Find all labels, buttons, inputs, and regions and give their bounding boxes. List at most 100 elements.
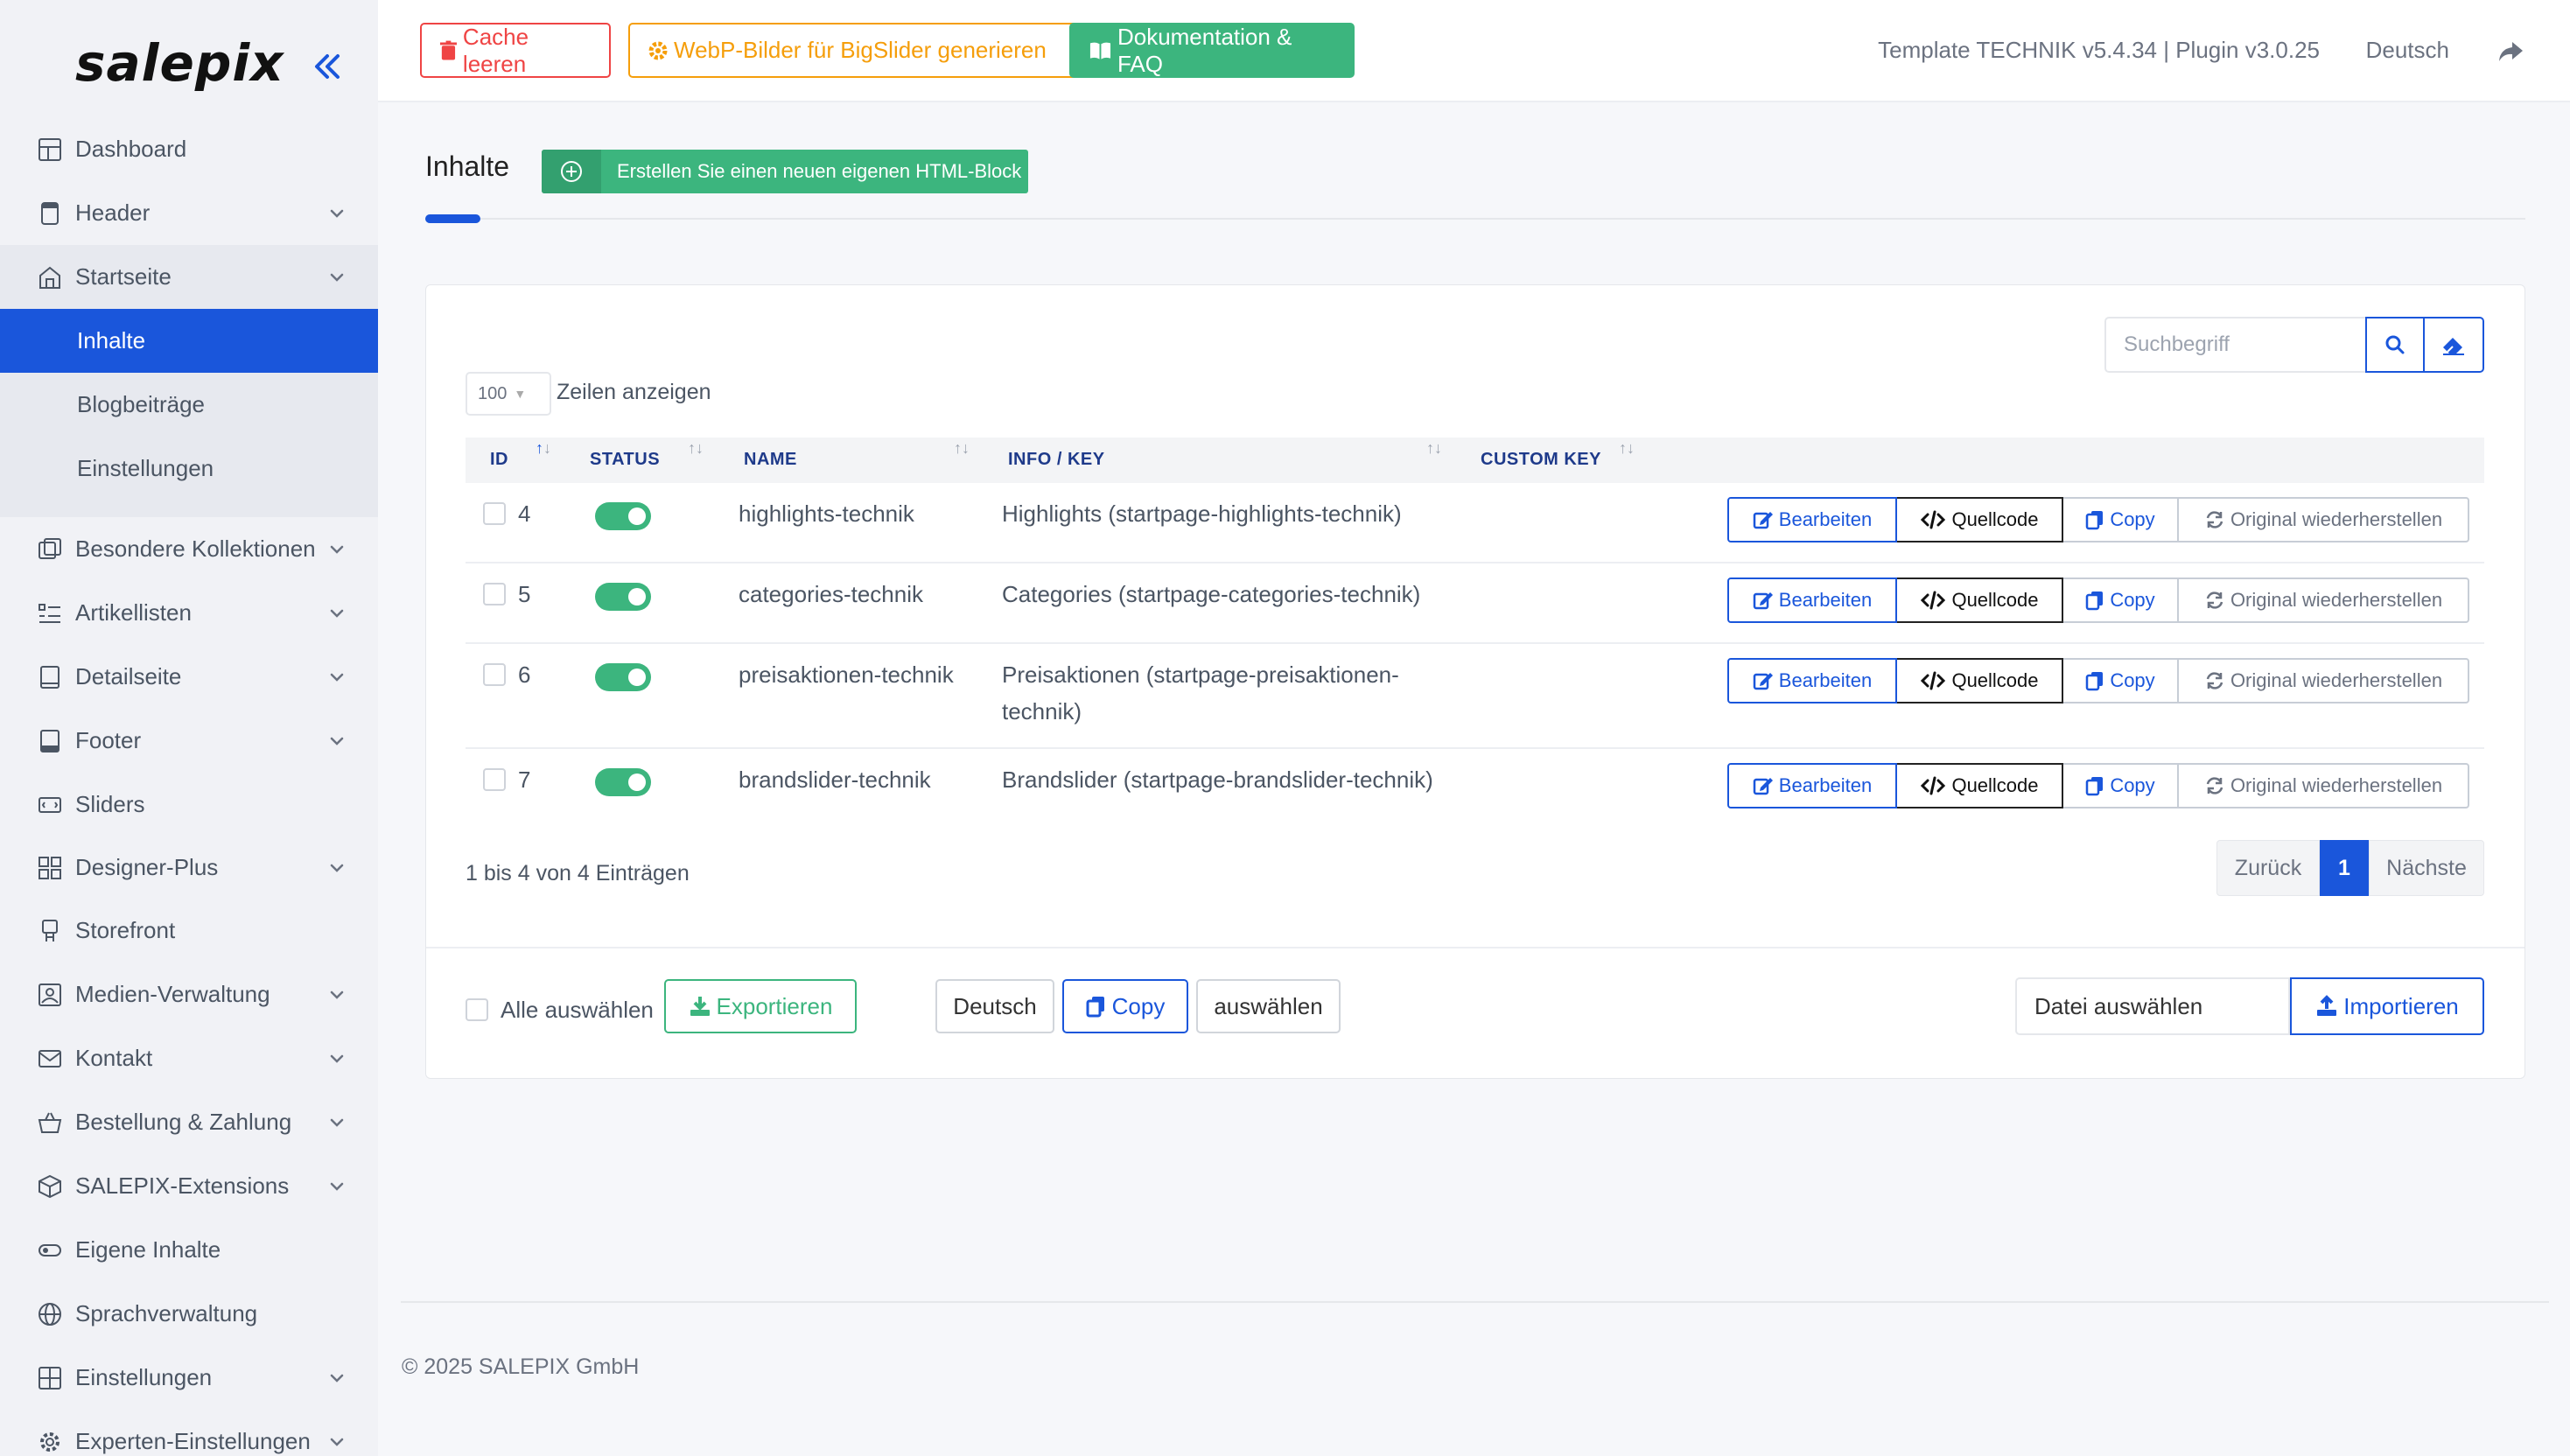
copy-button[interactable]: Copy [2063,497,2179,542]
salepix-logo[interactable]: salepix [75,33,284,93]
restore-original-button[interactable]: Original wiederherstellen [2179,578,2469,623]
sort-icon[interactable]: ↑↓ [1426,439,1442,458]
search-button[interactable] [2365,317,2425,373]
documentation-button[interactable]: Dokumentation & FAQ [1069,23,1355,78]
sidebar-item-eigene-inhalte[interactable]: Eigene Inhalte [0,1218,378,1282]
sort-asc-icon[interactable]: ↑↓ [536,439,551,458]
sidebar-item-label: Footer [75,727,142,753]
select-all-checkbox[interactable] [466,998,488,1021]
source-code-button[interactable]: Quellcode [1897,658,2063,704]
restore-original-button[interactable]: Original wiederherstellen [2179,497,2469,542]
collapse-sidebar-icon[interactable] [308,47,347,86]
sidebar-item-detailseite[interactable]: Detailseite [0,645,378,709]
column-name[interactable]: NAME [744,450,797,470]
import-button[interactable]: Importieren [2290,977,2484,1035]
status-toggle[interactable] [595,768,651,796]
edit-button[interactable]: Bearbeiten [1727,763,1897,808]
edit-button[interactable]: Bearbeiten [1727,497,1897,542]
chevron-down-icon [327,1177,347,1196]
sidebar-item-storefront[interactable]: Storefront [0,899,378,962]
next-page-button[interactable]: Nächste [2369,840,2484,896]
copy-button[interactable]: Copy [2063,763,2179,808]
source-code-button[interactable]: Quellcode [1897,497,2063,542]
sidebar-item-label: Designer-Plus [75,854,219,880]
row-id: 7 [518,766,531,793]
copy-label: Copy [2110,589,2155,611]
top-bar: Cache leeren WebP-Bilder für BigSlider g… [378,0,2570,102]
sidebar-item-experten-einstellungen[interactable]: Experten-Einstellungen [0,1410,378,1456]
clear-search-button[interactable] [2425,317,2484,373]
sort-icon[interactable]: ↑↓ [688,439,704,458]
status-toggle[interactable] [595,502,651,530]
chevron-down-icon [327,204,347,223]
sidebar-item-einstellungen[interactable]: Einstellungen [0,1346,378,1410]
sidebar-item-besondere-kollektionen[interactable]: Besondere Kollektionen [0,517,378,581]
language-switch[interactable]: Deutsch [2366,37,2449,64]
edit-button[interactable]: Bearbeiten [1727,578,1897,623]
version-info: Template TECHNIK v5.4.34 | Plugin v3.0.2… [1878,37,2320,63]
copy-export-button[interactable]: Copy [1062,979,1188,1033]
row-actions: Bearbeiten Quellcode Copy Original wiederhe… [1727,578,2469,623]
column-custom-key[interactable]: CUSTOM KEY [1481,450,1601,470]
copy-button[interactable]: Copy [2063,578,2179,623]
sidebar-item-medien-verwaltung[interactable]: Medien-Verwaltung [0,962,378,1026]
row-checkbox[interactable] [483,663,506,686]
sidebar-item-artikellisten[interactable]: Artikellisten [0,581,378,645]
choose-button[interactable]: auswählen [1196,979,1341,1033]
table-row: 6 preisaktionen-technik Preisaktionen (sta… [466,644,2484,749]
column-id[interactable]: ID [490,450,508,470]
rows-per-page-select[interactable]: 100 ▼ [466,372,551,416]
source-code-button[interactable]: Quellcode [1897,578,2063,623]
sidebar-item-bestellung-zahlung[interactable]: Bestellung & Zahlung [0,1090,378,1154]
edit-button[interactable]: Bearbeiten [1727,658,1897,704]
new-html-block-button[interactable]: Erstellen Sie einen neuen eigenen HTML-B… [542,150,1028,193]
export-language-select[interactable]: Deutsch [935,979,1054,1033]
sidebar-item-footer[interactable]: Footer [0,709,378,773]
sidebar-item-sliders[interactable]: Sliders [0,773,378,836]
sidebar-item-salepix-extensions[interactable]: SALEPIX-Extensions [0,1154,378,1218]
trash-icon [439,40,457,60]
restore-original-button[interactable]: Original wiederherstellen [2179,658,2469,704]
logout-icon[interactable] [2496,37,2524,65]
row-checkbox[interactable] [483,583,506,606]
restore-original-button[interactable]: Original wiederherstellen [2179,763,2469,808]
sidebar-subitem-blogbeitr-ge[interactable]: Blogbeiträge [0,373,378,437]
sidebar-item-kontakt[interactable]: Kontakt [0,1026,378,1090]
sidebar-item-sprachverwaltung[interactable]: Sprachverwaltung [0,1282,378,1346]
sidebar-item-label: Startseite [75,263,172,290]
toggle-icon [39,1243,61,1256]
copy-button[interactable]: Copy [2063,658,2179,704]
page-1-button[interactable]: 1 [2320,840,2369,896]
file-chooser-label: Datei auswählen [2034,992,2203,1019]
upload-icon [2317,995,2337,1016]
sidebar-item-designer-plus[interactable]: Designer-Plus [0,836,378,900]
column-info-key[interactable]: INFO / KEY [1008,450,1105,470]
download-icon [690,997,710,1016]
row-checkbox[interactable] [483,768,506,791]
generate-webp-button[interactable]: WebP-Bilder für BigSlider generieren [628,23,1082,78]
sidebar-item-dashboard[interactable]: Dashboard [0,117,378,181]
basket-icon [38,1112,62,1133]
sidebar-item-header[interactable]: Header [0,181,378,245]
file-chooser[interactable]: Datei auswählen [2015,977,2290,1035]
sidebar-item-startseite[interactable]: Startseite [0,245,378,309]
status-toggle[interactable] [595,583,651,611]
code-icon [1921,591,1946,610]
clear-cache-button[interactable]: Cache leeren [420,23,611,78]
sort-icon[interactable]: ↑↓ [1619,439,1635,458]
prev-page-button[interactable]: Zurück [2216,840,2320,896]
chevron-down-icon [327,985,347,1004]
sidebar-item-label: SALEPIX-Extensions [75,1172,290,1199]
sidebar-subitem-inhalte[interactable]: Inhalte [0,309,378,373]
sort-icon[interactable]: ↑↓ [954,439,970,458]
column-status[interactable]: STATUS [590,450,660,470]
sidebar-item-label: Sliders [75,791,145,817]
status-toggle[interactable] [595,663,651,691]
search-input[interactable]: Suchbegriff [2104,317,2365,373]
source-code-button[interactable]: Quellcode [1897,763,2063,808]
sidebar-subitem-einstellungen[interactable]: Einstellungen [0,437,378,500]
sidebar-subitem-label: Einstellungen [77,455,214,481]
restore-original-label: Original wiederherstellen [2230,669,2443,691]
row-checkbox[interactable] [483,502,506,525]
export-button[interactable]: Exportieren [664,979,857,1033]
